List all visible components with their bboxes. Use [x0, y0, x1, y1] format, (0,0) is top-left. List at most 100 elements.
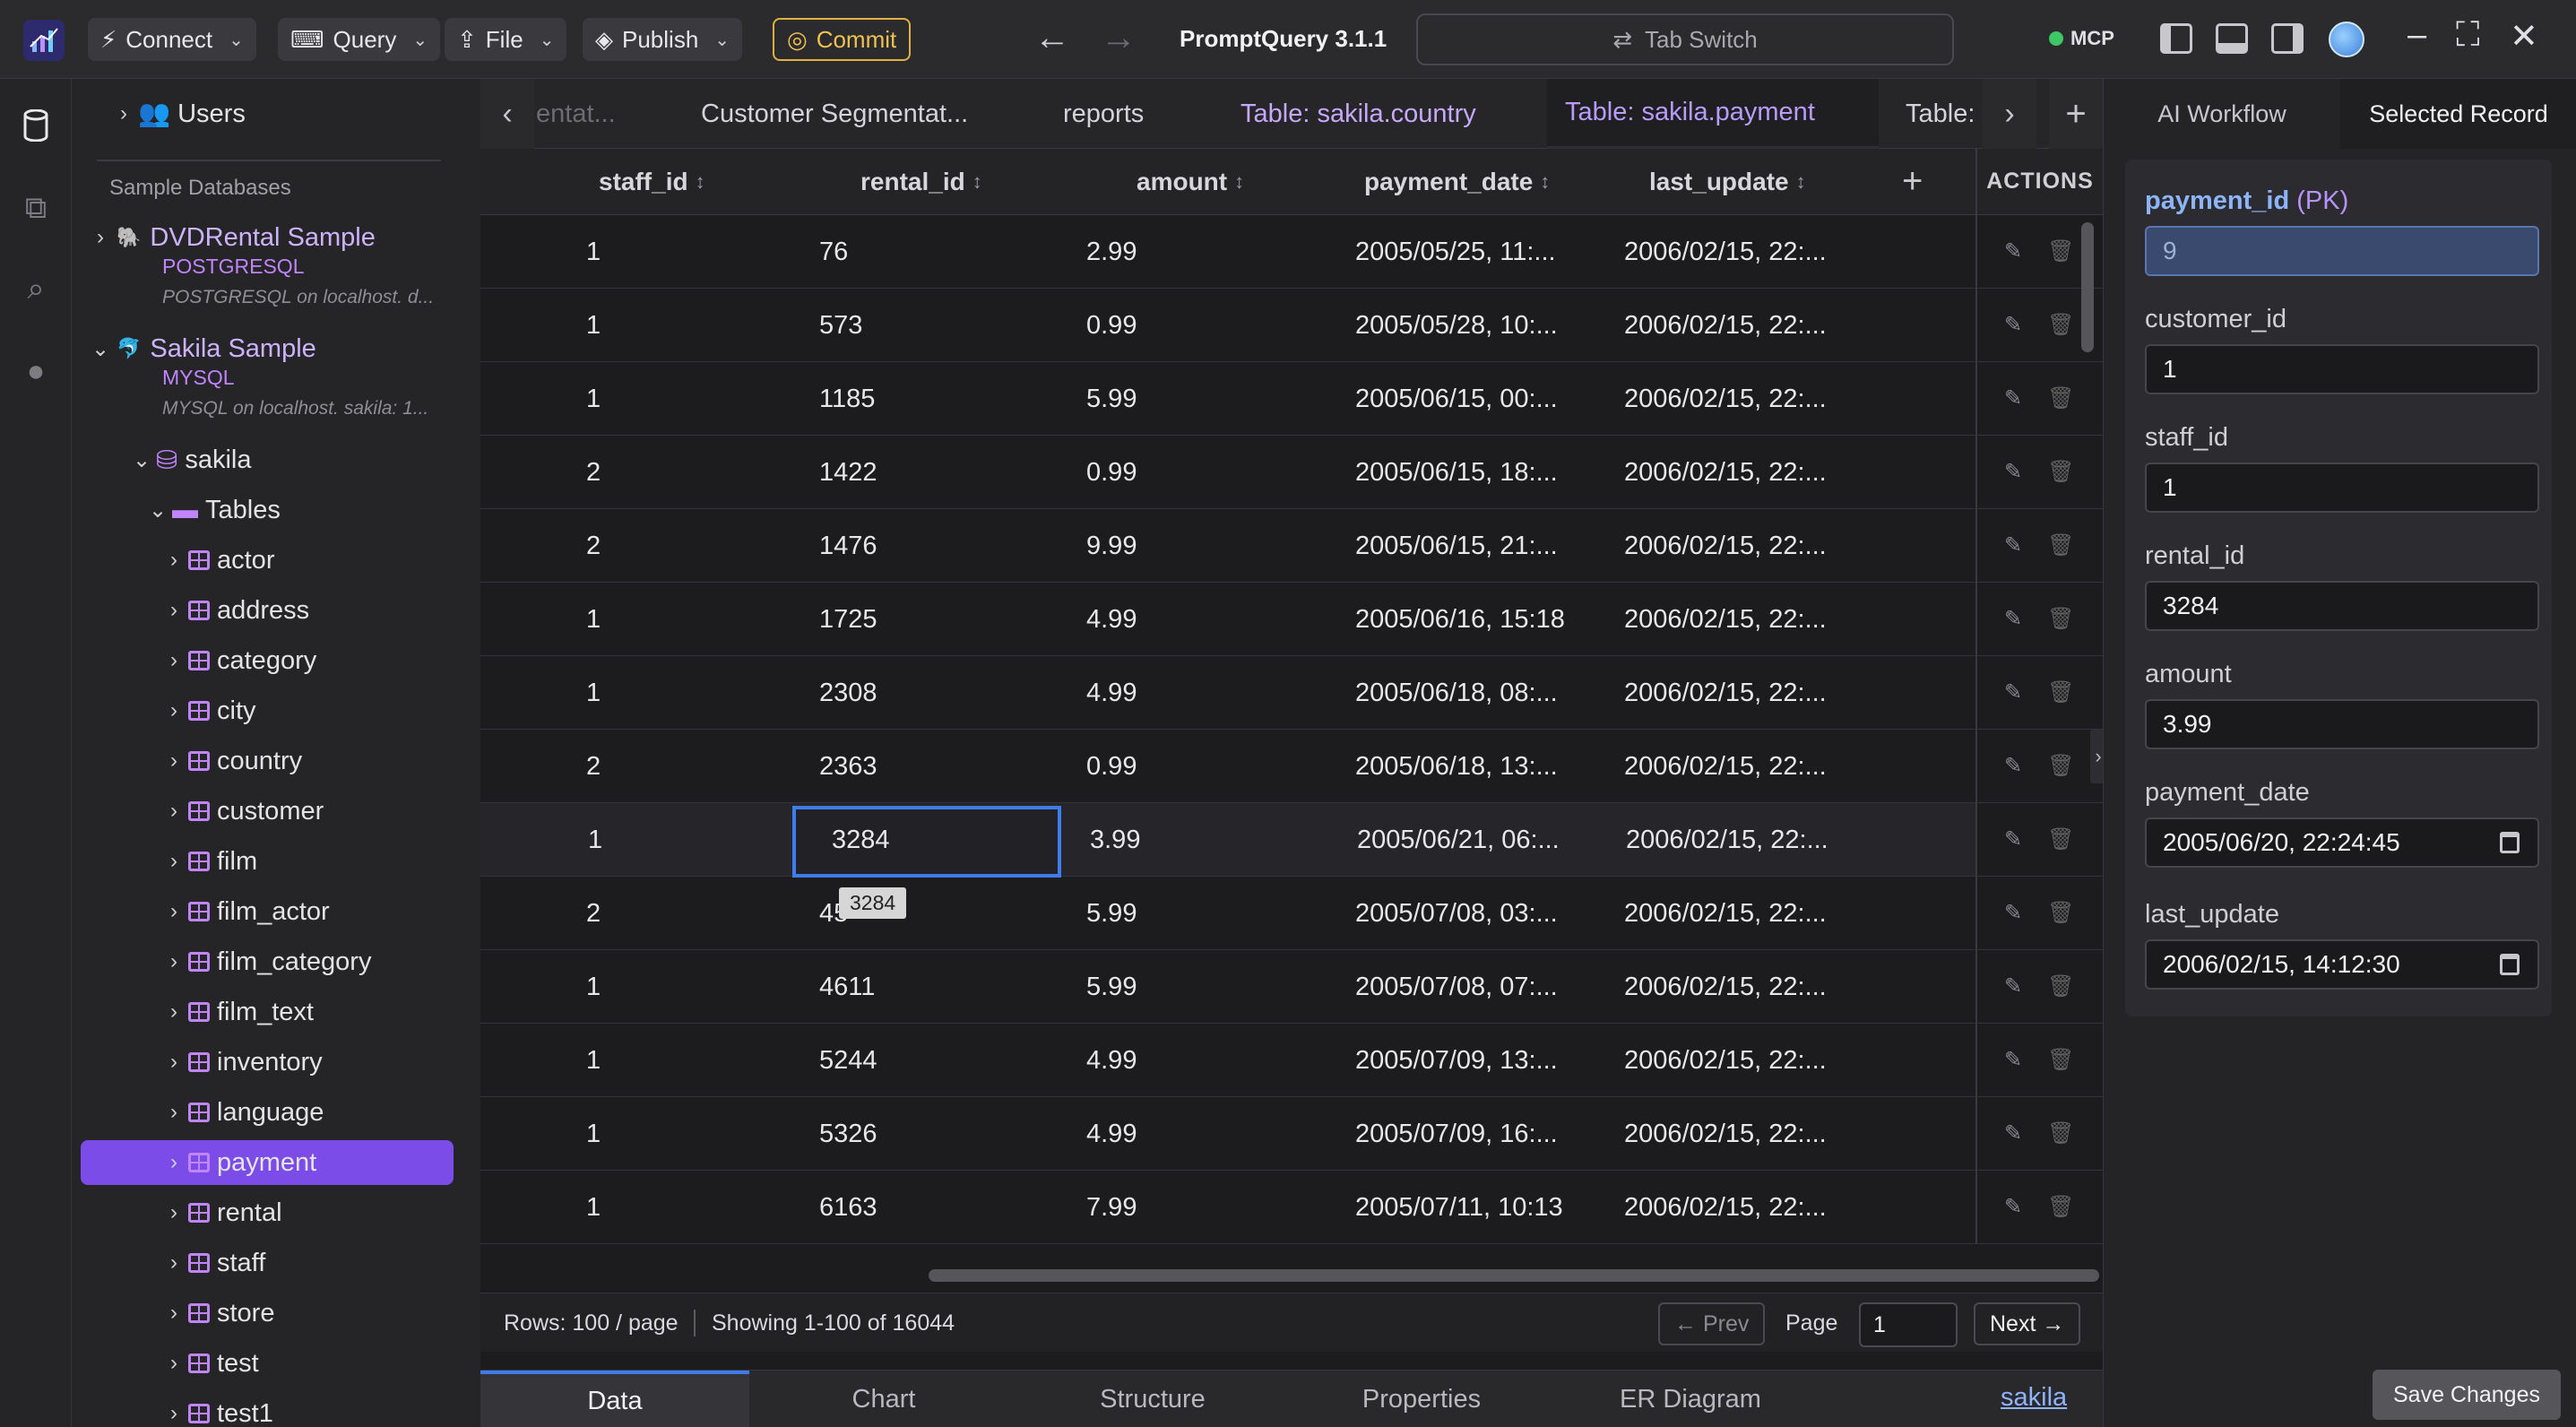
table-cell-staff-id[interactable]: 1	[586, 950, 601, 1024]
delete-icon[interactable]: 🗑	[2047, 900, 2074, 926]
table-cell-payment-date[interactable]: 2005/07/09, 16:...	[1355, 1097, 1558, 1171]
tab-properties[interactable]: Properties	[1287, 1371, 1556, 1427]
tab-er-diagram[interactable]: ER Diagram	[1556, 1371, 1825, 1427]
sidebar-item-schema[interactable]: ⌄ ⛁ sakila	[133, 437, 251, 482]
edit-icon[interactable]: ✎	[2004, 459, 2022, 485]
edit-icon[interactable]: ✎	[2004, 973, 2022, 999]
table-row[interactable]: 1 1185 5.99 2005/06/15, 00:... 2006/02/15, 2…	[480, 362, 1975, 436]
save-changes-button[interactable]: Save Changes	[2373, 1370, 2561, 1420]
mcp-status[interactable]: MCP	[2049, 27, 2114, 50]
tab-sakila-country[interactable]: Table: sakila.country	[1223, 79, 1494, 149]
minimize-icon[interactable]: –	[2407, 16, 2426, 55]
table-cell-payment-date[interactable]: 2005/06/18, 08:...	[1355, 656, 1558, 730]
tab-scroll-right-icon[interactable]: ›	[1983, 79, 2036, 149]
table-cell-last-update[interactable]: 2006/02/15, 22:...	[1624, 436, 1827, 509]
table-cell-rental-id[interactable]: 573	[819, 289, 862, 362]
sidebar-item-rental[interactable]: › rental	[165, 1190, 282, 1235]
commit-button[interactable]: ◎ Commit	[773, 18, 912, 61]
table-cell-staff-id[interactable]: 1	[586, 1097, 601, 1171]
table-cell-staff-id[interactable]: 1	[586, 583, 601, 656]
table-cell-rental-id[interactable]: 2308	[819, 656, 877, 730]
amount-field[interactable]	[2145, 699, 2539, 749]
table-row[interactable]: 1 2308 4.99 2005/06/18, 08:... 2006/02/15, 2…	[480, 656, 1975, 730]
delete-icon[interactable]: 🗑	[2047, 679, 2074, 705]
customer-id-field[interactable]	[2145, 344, 2539, 394]
github-icon[interactable]: ●	[18, 353, 54, 389]
table-cell-payment-date[interactable]: 2005/05/25, 11:...	[1355, 215, 1556, 289]
table-cell-payment-date[interactable]: 2005/05/28, 10:...	[1355, 289, 1558, 362]
table-cell-last-update[interactable]: 2006/02/15, 22:...	[1624, 1024, 1827, 1097]
tab-partial[interactable]: entat...	[518, 79, 634, 149]
payment-date-field[interactable]	[2145, 817, 2539, 868]
table-cell-last-update[interactable]: 2006/02/15, 22:...	[1626, 803, 1828, 877]
table-cell-staff-id[interactable]: 1	[586, 656, 601, 730]
database-link[interactable]: sakila	[2001, 1383, 2067, 1413]
sidebar-item-category[interactable]: › category	[165, 638, 316, 683]
delete-icon[interactable]: 🗑	[2047, 459, 2074, 485]
table-cell-amount[interactable]: 0.99	[1086, 289, 1137, 362]
delete-icon[interactable]: 🗑	[2047, 312, 2074, 338]
table-cell-amount[interactable]: 5.99	[1086, 362, 1137, 436]
table-cell-last-update[interactable]: 2006/02/15, 22:...	[1624, 1097, 1827, 1171]
table-cell-last-update[interactable]: 2006/02/15, 22:...	[1624, 215, 1827, 289]
table-cell-amount[interactable]: 2.99	[1086, 215, 1137, 289]
table-row[interactable]: 2 2363 0.99 2005/06/18, 13:... 2006/02/15, 2…	[480, 730, 1975, 803]
table-cell-rental-id[interactable]: 1422	[819, 436, 877, 509]
edit-icon[interactable]: ✎	[2004, 238, 2022, 264]
delete-icon[interactable]: 🗑	[2047, 606, 2074, 632]
tab-partial-table[interactable]: Table:	[1888, 79, 1993, 149]
sidebar-item-dvdrental[interactable]: › 🐘 DVDRental Sample	[91, 215, 376, 260]
table-cell-staff-id[interactable]: 2	[586, 436, 601, 509]
table-row[interactable]: 1 573 0.99 2005/05/28, 10:... 2006/02/15, 22…	[480, 289, 1975, 362]
prev-page-button[interactable]: ← Prev	[1658, 1302, 1766, 1345]
table-cell-payment-date[interactable]: 2005/07/11, 10:13	[1355, 1171, 1563, 1244]
close-icon[interactable]: ✕	[2510, 16, 2538, 56]
table-cell-last-update[interactable]: 2006/02/15, 22:...	[1624, 1171, 1827, 1244]
toggle-bottom-panel-icon[interactable]	[2216, 23, 2248, 54]
table-cell-staff-id[interactable]: 2	[586, 509, 601, 583]
file-button[interactable]: ⇪ File ⌄	[445, 18, 567, 61]
sidebar-item-actor[interactable]: › actor	[165, 538, 274, 583]
delete-icon[interactable]: 🗑	[2047, 1194, 2074, 1220]
sidebar-item-customer[interactable]: › customer	[165, 789, 324, 834]
calendar-icon[interactable]	[2500, 832, 2520, 853]
table-cell-last-update[interactable]: 2006/02/15, 22:...	[1624, 950, 1827, 1024]
tab-reports[interactable]: reports	[1045, 79, 1162, 149]
table-cell-staff-id[interactable]: 2	[586, 730, 601, 803]
sidebar-item-test[interactable]: › test	[165, 1341, 259, 1386]
table-cell-payment-date[interactable]: 2005/06/15, 21:...	[1355, 509, 1558, 583]
table-cell-rental-id[interactable]: 3284	[832, 803, 890, 877]
sidebar-item-sakila[interactable]: ⌄ 🐬 Sakila Sample	[91, 326, 316, 371]
calendar-icon[interactable]	[2500, 954, 2520, 975]
grid-horizontal-scrollbar[interactable]	[929, 1269, 2099, 1282]
tab-ai-workflow[interactable]: AI Workflow	[2104, 79, 2340, 149]
connect-button[interactable]: ⚡ Connect ⌄	[88, 18, 256, 61]
table-row[interactable]: 1 5244 4.99 2005/07/09, 13:... 2006/02/15, 2…	[480, 1024, 1975, 1097]
table-cell-payment-date[interactable]: 2005/06/15, 00:...	[1355, 362, 1558, 436]
staff-id-field[interactable]	[2145, 463, 2539, 513]
table-cell-amount[interactable]: 3.99	[1090, 803, 1140, 877]
delete-icon[interactable]: 🗑	[2047, 1047, 2074, 1073]
delete-icon[interactable]: 🗑	[2047, 532, 2074, 558]
table-row[interactable]: 1 76 2.99 2005/05/25, 11:... 2006/02/15, 22:…	[480, 215, 1975, 289]
grid-vertical-scrollbar[interactable]	[2081, 222, 2094, 352]
table-cell-rental-id[interactable]: 1185	[819, 362, 875, 436]
table-cell-rental-id[interactable]: 5326	[819, 1097, 877, 1171]
edit-icon[interactable]: ✎	[2004, 1047, 2022, 1073]
delete-icon[interactable]: 🗑	[2047, 826, 2074, 852]
maximize-icon[interactable]: ⛶	[2456, 16, 2480, 55]
back-arrow-icon[interactable]: ←	[1034, 20, 1070, 56]
sidebar-item-payment[interactable]: › payment	[81, 1140, 454, 1185]
table-cell-staff-id[interactable]: 1	[586, 215, 601, 289]
sidebar-item-city[interactable]: › city	[165, 688, 256, 733]
table-cell-rental-id[interactable]: 4611	[819, 950, 875, 1024]
rental-id-field[interactable]	[2145, 581, 2539, 631]
table-cell-payment-date[interactable]: 2005/06/18, 13:...	[1355, 730, 1558, 803]
tab-customer-segmentation[interactable]: Customer Segmentat...	[683, 79, 986, 149]
tab-sakila-payment[interactable]: Table: sakila.payment	[1547, 79, 1879, 149]
table-cell-amount[interactable]: 0.99	[1086, 436, 1137, 509]
table-cell-staff-id[interactable]: 2	[586, 877, 601, 950]
edit-icon[interactable]: ✎	[2004, 1194, 2022, 1220]
sidebar-item-inventory[interactable]: › inventory	[165, 1040, 323, 1085]
table-cell-amount[interactable]: 0.99	[1086, 730, 1137, 803]
